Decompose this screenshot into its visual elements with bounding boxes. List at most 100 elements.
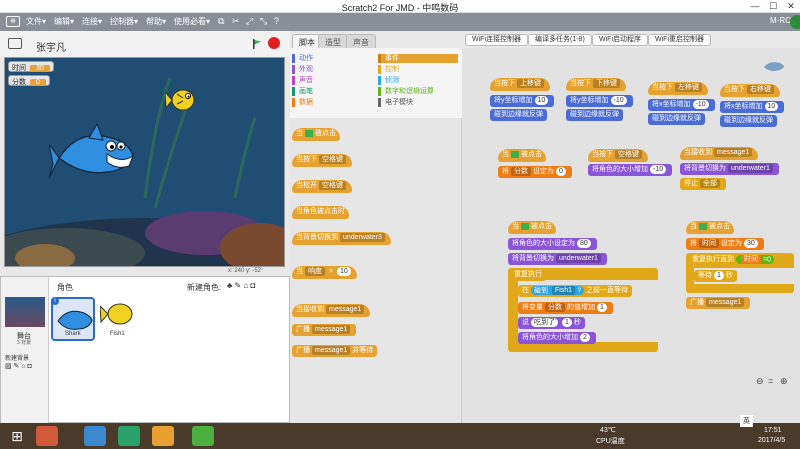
new-sprite-icons[interactable]: ♣ ✎ ⌂ ◘ (227, 281, 255, 290)
script-switch-backdrop[interactable]: 将背景切换为 underwater1 (680, 163, 779, 175)
category-events[interactable]: 事件 (378, 54, 458, 63)
category-motion[interactable]: 动作 (292, 54, 313, 63)
palette-when-key-pressed[interactable]: 当按下 空格键 (292, 154, 352, 167)
menu-edit[interactable]: 编辑▾ (54, 16, 74, 27)
globe-icon[interactable]: ⊕ (6, 16, 20, 27)
script-change-y[interactable]: 将y坐标增加 -10 (566, 95, 633, 107)
script-change-size[interactable]: 将角色的大小增加 -10 (588, 164, 673, 176)
category-pen[interactable]: 画笔 (292, 87, 313, 96)
sprite-item-shark[interactable]: Shark i (51, 297, 95, 341)
script-left-key-hat[interactable]: 当按下 左移键 (648, 82, 708, 95)
wifi-start-button[interactable]: WiFi启动程序 (592, 34, 648, 46)
tab-costumes[interactable]: 造型 (318, 34, 348, 48)
script-switch-backdrop[interactable]: 将背景切换为 underwater1 (508, 253, 607, 265)
duplicate-icon[interactable]: ⧉ (218, 16, 224, 27)
script-wait[interactable]: 等待 1 秒 (694, 270, 737, 282)
fish-thumb-icon (100, 303, 133, 325)
app-icon-5[interactable] (192, 426, 214, 446)
category-operators[interactable]: 数字和逻辑运算 (378, 87, 434, 96)
maximize-button[interactable]: ☐ (764, 0, 782, 13)
stage-canvas[interactable]: 时间 30 分数 0 (4, 57, 285, 267)
info-icon[interactable]: i (51, 297, 59, 305)
minimize-button[interactable]: — (746, 0, 764, 13)
menu-help[interactable]: 帮助▾ (146, 16, 166, 27)
category-sound[interactable]: 声音 (292, 76, 313, 85)
app-icon-3[interactable] (118, 426, 140, 446)
fish-sprite[interactable] (165, 84, 197, 114)
palette-broadcast-and-wait[interactable]: 广播 message1 并等待 (292, 345, 378, 357)
stage-thumbnail[interactable] (5, 297, 45, 327)
script-right-key-hat[interactable]: 当按下 右移键 (720, 84, 780, 97)
category-control[interactable]: 控制 (378, 65, 399, 74)
title-bar: Scratch2 For JMD - 中鸣数码 — ☐ ✕ (0, 0, 800, 13)
script-wait-until[interactable]: 在碰到 Fish1? 之前一直等待 (518, 285, 632, 297)
script-broadcast[interactable]: 广播 message1 (686, 297, 751, 309)
new-backdrop-icons[interactable]: ▨ ✎ ⌂ ◘ (5, 362, 32, 370)
script-flag-hat[interactable]: 当被点击 (508, 221, 556, 234)
script-set-time[interactable]: 将时间 设定为 30 (686, 238, 764, 250)
script-say-for-secs[interactable]: 说吃到了 1 秒 (518, 317, 585, 329)
script-flag-hat[interactable]: 当被点击 (498, 149, 546, 162)
sprite-item-fish[interactable]: Fish1 (98, 297, 138, 341)
menu-file[interactable]: 文件▾ (26, 16, 46, 27)
script-down-key-hat[interactable]: 当按下 下移键 (566, 78, 626, 91)
green-flag-icon (511, 150, 519, 158)
zoom-out-icon[interactable]: ⊖ (756, 376, 764, 387)
menu-connect[interactable]: 连接▾ (82, 16, 102, 27)
wifi-connect-button[interactable]: WiFi连接控制器 (465, 34, 528, 46)
stop-icon[interactable] (268, 37, 280, 49)
variable-monitor-score[interactable]: 分数 0 (8, 75, 50, 86)
category-sensing[interactable]: 侦测 (378, 76, 399, 85)
script-bounce[interactable]: 碰到边缘就反弹 (490, 109, 547, 121)
palette-when-key-released[interactable]: 当松开 空格键 (292, 180, 352, 193)
category-electronics[interactable]: 电子模块 (378, 98, 413, 107)
shark-sprite[interactable] (49, 120, 135, 182)
cut-icon[interactable]: ✂ (232, 16, 240, 27)
script-set-size[interactable]: 将角色的大小设定为 80 (508, 238, 597, 250)
script-bounce[interactable]: 碰到边缘就反弹 (648, 113, 705, 125)
app-icon-1[interactable] (36, 426, 58, 446)
variable-monitor-time[interactable]: 时间 30 (8, 61, 54, 72)
menu-must-read[interactable]: 使用必看▾ (174, 16, 210, 27)
script-space-key-hat[interactable]: 当按下 空格键 (588, 149, 648, 162)
menu-controller[interactable]: 控制器▾ (110, 16, 138, 27)
palette-when-i-receive[interactable]: 当接收到 message1 (292, 304, 371, 317)
fullscreen-icon[interactable] (8, 38, 22, 49)
script-up-key-hat[interactable]: 当按下 上移键 (490, 78, 550, 91)
category-data[interactable]: 数据 (292, 98, 313, 107)
palette-broadcast[interactable]: 广播 message1 (292, 324, 357, 336)
compile-multitask-button[interactable]: 编译多任务(1-8) (528, 34, 592, 46)
script-receive-hat[interactable]: 当接收到 message1 (680, 147, 759, 160)
palette-when-flag-clicked[interactable]: 当被点击 (292, 128, 340, 141)
green-flag-icon[interactable] (252, 39, 262, 49)
scratch-app-icon[interactable] (152, 426, 174, 446)
script-change-x[interactable]: 将x坐标增加 10 (720, 101, 785, 113)
zoom-reset-icon[interactable]: = (768, 376, 773, 386)
app-icon-2[interactable] (84, 426, 106, 446)
script-stop-all[interactable]: 停止 全部 (680, 178, 726, 190)
script-set-score[interactable]: 将分数 设定为 0 (498, 166, 572, 178)
wifi-restart-button[interactable]: WiFi重启控制器 (648, 34, 711, 46)
project-name[interactable]: 张宇凡 (36, 39, 66, 54)
script-change-size[interactable]: 将角色的大小增加 2 (518, 332, 596, 344)
start-icon[interactable]: ⊞ (6, 426, 28, 446)
palette-when-sprite-clicked[interactable]: 当角色被点击时 (292, 206, 349, 219)
script-change-x[interactable]: 将x坐标增加 -10 (648, 99, 715, 111)
script-bounce[interactable]: 碰到边缘就反弹 (566, 109, 623, 121)
grow-icon[interactable]: ⤢ (246, 16, 253, 27)
category-looks[interactable]: 外观 (292, 65, 313, 74)
script-bounce[interactable]: 碰到边缘就反弹 (720, 115, 777, 127)
ime-indicator[interactable]: 英 (740, 415, 753, 427)
close-button[interactable]: ✕ (782, 0, 800, 13)
script-change-score[interactable]: 将变量 分数 的值增加 1 (518, 302, 613, 314)
shrink-icon[interactable]: ⤡ (260, 16, 267, 27)
palette-when-backdrop-switches[interactable]: 当背景切换到 underwater3 (292, 232, 391, 245)
script-change-y[interactable]: 将y坐标增加 10 (490, 95, 555, 107)
help-icon[interactable]: ? (274, 16, 279, 26)
script-area[interactable]: 当按下 上移键 将y坐标增加 10 碰到边缘就反弹 当按下 下移键 将y坐标增加 -10… (462, 48, 800, 423)
tab-sounds[interactable]: 声音 (346, 34, 376, 48)
status-badge (790, 15, 800, 29)
script-flag-hat[interactable]: 当被点击 (686, 221, 734, 234)
palette-when-loudness[interactable]: 当响度 > 10 (292, 266, 357, 279)
zoom-in-icon[interactable]: ⊕ (780, 376, 788, 387)
